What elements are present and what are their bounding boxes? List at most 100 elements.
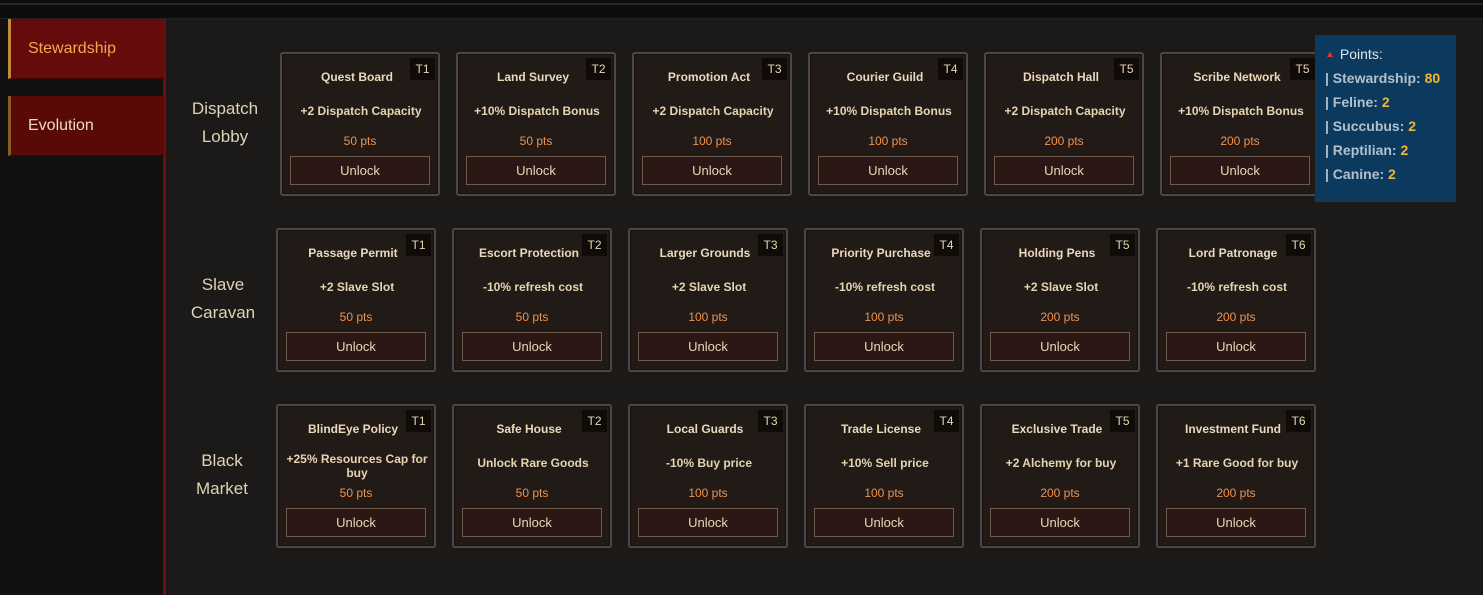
upgrade-cost: 100 pts — [864, 486, 904, 500]
top-bar — [0, 0, 1483, 19]
upgrade-card: Courier Guild T4 +10% Dispatch Bonus 100 pt… — [808, 52, 968, 196]
unlock-button[interactable]: Unlock — [462, 508, 602, 537]
tab-stewardship[interactable]: Stewardship — [8, 19, 164, 79]
upgrade-cost: 50 pts — [339, 310, 373, 324]
upgrade-effect: +2 Alchemy for buy — [1005, 456, 1117, 470]
points-label: | Canine: — [1325, 166, 1385, 182]
unlock-button[interactable]: Unlock — [286, 332, 426, 361]
tier-badge: T2 — [586, 58, 611, 80]
unlock-button[interactable]: Unlock — [638, 332, 778, 361]
upgrade-cost: 200 pts — [1040, 310, 1080, 324]
points-header: ▲ Points: — [1325, 46, 1456, 62]
upgrade-effect: +10% Dispatch Bonus — [474, 104, 600, 118]
upgrade-effect: +2 Slave Slot — [1023, 280, 1099, 294]
unlock-button[interactable]: Unlock — [1166, 508, 1306, 537]
points-value: 2 — [1400, 142, 1409, 158]
tab-evolution[interactable]: Evolution — [8, 96, 164, 156]
upgrade-cost: 200 pts — [1044, 134, 1084, 148]
tier-badge: T1 — [406, 234, 431, 256]
upgrade-effect: -10% refresh cost — [482, 280, 584, 294]
tier-badge: T4 — [934, 410, 959, 432]
points-value: 2 — [1408, 118, 1417, 134]
row-label-slave-caravan: Slave Caravan — [190, 275, 256, 322]
points-value: 80 — [1424, 70, 1441, 86]
unlock-button[interactable]: Unlock — [1170, 156, 1310, 185]
upgrade-card: Land Survey T2 +10% Dispatch Bonus 50 pts Un… — [456, 52, 616, 196]
points-label: | Succubus: — [1325, 118, 1405, 134]
points-label: | Stewardship: — [1325, 70, 1421, 86]
unlock-button[interactable]: Unlock — [814, 508, 954, 537]
upgrade-card: Lord Patronage T6 -10% refresh cost 200 pts… — [1156, 228, 1316, 372]
upgrade-card: Safe House T2 Unlock Rare Goods 50 pts Unloc… — [452, 404, 612, 548]
points-label: | Feline: — [1325, 94, 1378, 110]
upgrade-cost: 200 pts — [1040, 486, 1080, 500]
points-feline: | Feline: 2 — [1325, 94, 1456, 110]
upgrade-cost: 50 pts — [519, 134, 553, 148]
upgrade-cost: 200 pts — [1216, 486, 1256, 500]
upgrade-effect: +1 Rare Good for buy — [1175, 456, 1299, 470]
points-stewardship: | Stewardship: 80 — [1325, 70, 1456, 86]
upgrade-effect: +10% Dispatch Bonus — [826, 104, 952, 118]
upgrade-effect: -10% Buy price — [665, 456, 753, 470]
upgrade-card: BlindEye Policy T1 +25% Resources Cap for … — [276, 404, 436, 548]
row-label-dispatch-lobby: Dispatch Lobby — [191, 99, 259, 146]
unlock-button[interactable]: Unlock — [990, 332, 1130, 361]
unlock-button[interactable]: Unlock — [1166, 332, 1306, 361]
points-title: Points: — [1339, 46, 1383, 62]
unlock-button[interactable]: Unlock — [814, 332, 954, 361]
upgrade-cost: 100 pts — [868, 134, 908, 148]
unlock-button[interactable]: Unlock — [286, 508, 426, 537]
tier-badge: T6 — [1286, 410, 1311, 432]
upgrade-effect: +2 Slave Slot — [319, 280, 395, 294]
tier-badge: T5 — [1110, 410, 1135, 432]
tier-badge: T3 — [758, 410, 783, 432]
upgrade-effect: -10% refresh cost — [834, 280, 936, 294]
tier-badge: T2 — [582, 410, 607, 432]
tier-badge: T3 — [762, 58, 787, 80]
triangle-up-icon[interactable]: ▲ — [1325, 49, 1335, 60]
upgrade-cost: 100 pts — [692, 134, 732, 148]
upgrade-cost: 50 pts — [515, 486, 549, 500]
upgrade-card: Passage Permit T1 +2 Slave Slot 50 pts Unloc… — [276, 228, 436, 372]
upgrade-card: Holding Pens T5 +2 Slave Slot 200 pts Unlock — [980, 228, 1140, 372]
points-value: 2 — [1388, 166, 1396, 182]
upgrade-effect: +25% Resources Cap for buy — [286, 452, 428, 480]
upgrade-effect: +2 Dispatch Capacity — [1004, 104, 1126, 118]
sidebar: Stewardship Evolution — [0, 19, 166, 595]
tier-badge: T4 — [938, 58, 963, 80]
tier-badge: T2 — [582, 234, 607, 256]
tier-badge: T5 — [1110, 234, 1135, 256]
upgrade-card: Larger Grounds T3 +2 Slave Slot 100 pts Unlo… — [628, 228, 788, 372]
unlock-button[interactable]: Unlock — [638, 508, 778, 537]
upgrade-card: Promotion Act T3 +2 Dispatch Capacity 100 p… — [632, 52, 792, 196]
unlock-button[interactable]: Unlock — [818, 156, 958, 185]
upgrade-card: Exclusive Trade T5 +2 Alchemy for buy 200 p… — [980, 404, 1140, 548]
upgrade-card: Investment Fund T6 +1 Rare Good for buy 200… — [1156, 404, 1316, 548]
points-succubus: | Succubus: 2 — [1325, 118, 1456, 134]
row-label-black-market: Black Market — [196, 451, 248, 498]
unlock-button[interactable]: Unlock — [466, 156, 606, 185]
unlock-button[interactable]: Unlock — [994, 156, 1134, 185]
upgrade-cost: 50 pts — [339, 486, 373, 500]
tier-badge: T6 — [1286, 234, 1311, 256]
tab-label: Stewardship — [28, 39, 117, 57]
upgrade-card: Priority Purchase T4 -10% refresh cost 100 … — [804, 228, 964, 372]
unlock-button[interactable]: Unlock — [462, 332, 602, 361]
tier-badge: T4 — [934, 234, 959, 256]
upgrade-cost: 200 pts — [1216, 310, 1256, 324]
tier-badge: T5 — [1290, 58, 1315, 80]
upgrade-effect: +2 Slave Slot — [671, 280, 747, 294]
upgrade-cost: 100 pts — [864, 310, 904, 324]
upgrade-card: Quest Board T1 +2 Dispatch Capacity 50 pts U… — [280, 52, 440, 196]
points-panel: ▲ Points: | Stewardship: 80 | Feline: 2 … — [1315, 35, 1456, 202]
points-reptilian: | Reptilian: 2 — [1325, 142, 1456, 158]
upgrade-cost: 200 pts — [1220, 134, 1260, 148]
upgrade-cost: 100 pts — [688, 310, 728, 324]
upgrade-cost: 50 pts — [515, 310, 549, 324]
upgrade-card: Trade License T4 +10% Sell price 100 pts Unl… — [804, 404, 964, 548]
unlock-button[interactable]: Unlock — [290, 156, 430, 185]
unlock-button[interactable]: Unlock — [990, 508, 1130, 537]
unlock-button[interactable]: Unlock — [642, 156, 782, 185]
upgrade-effect: +10% Sell price — [841, 456, 929, 470]
upgrade-card: Scribe Network T5 +10% Dispatch Bonus 200 p… — [1160, 52, 1320, 196]
